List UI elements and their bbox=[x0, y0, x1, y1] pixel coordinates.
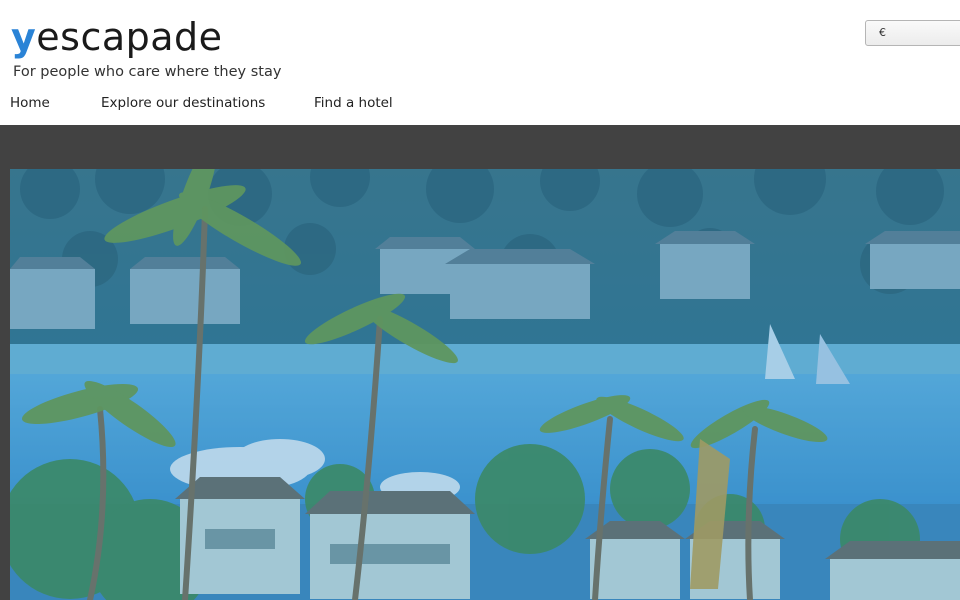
nav-item-find-hotel[interactable]: Find a hotel bbox=[314, 93, 393, 113]
logo-text: escapade bbox=[36, 15, 223, 59]
hero-image bbox=[10, 169, 960, 600]
currency-selected-value: € bbox=[879, 26, 886, 39]
logo-letter: y bbox=[11, 15, 37, 59]
nav-item-explore-destinations[interactable]: Explore our destinations bbox=[101, 93, 265, 113]
site-header: yescapade For people who care where they… bbox=[0, 0, 960, 125]
site-logo[interactable]: yescapade bbox=[11, 14, 223, 60]
site-tagline: For people who care where they stay bbox=[13, 64, 282, 80]
currency-select[interactable]: € bbox=[865, 20, 960, 46]
page: yescapade For people who care where they… bbox=[0, 0, 960, 600]
nav-item-home[interactable]: Home bbox=[10, 93, 50, 113]
